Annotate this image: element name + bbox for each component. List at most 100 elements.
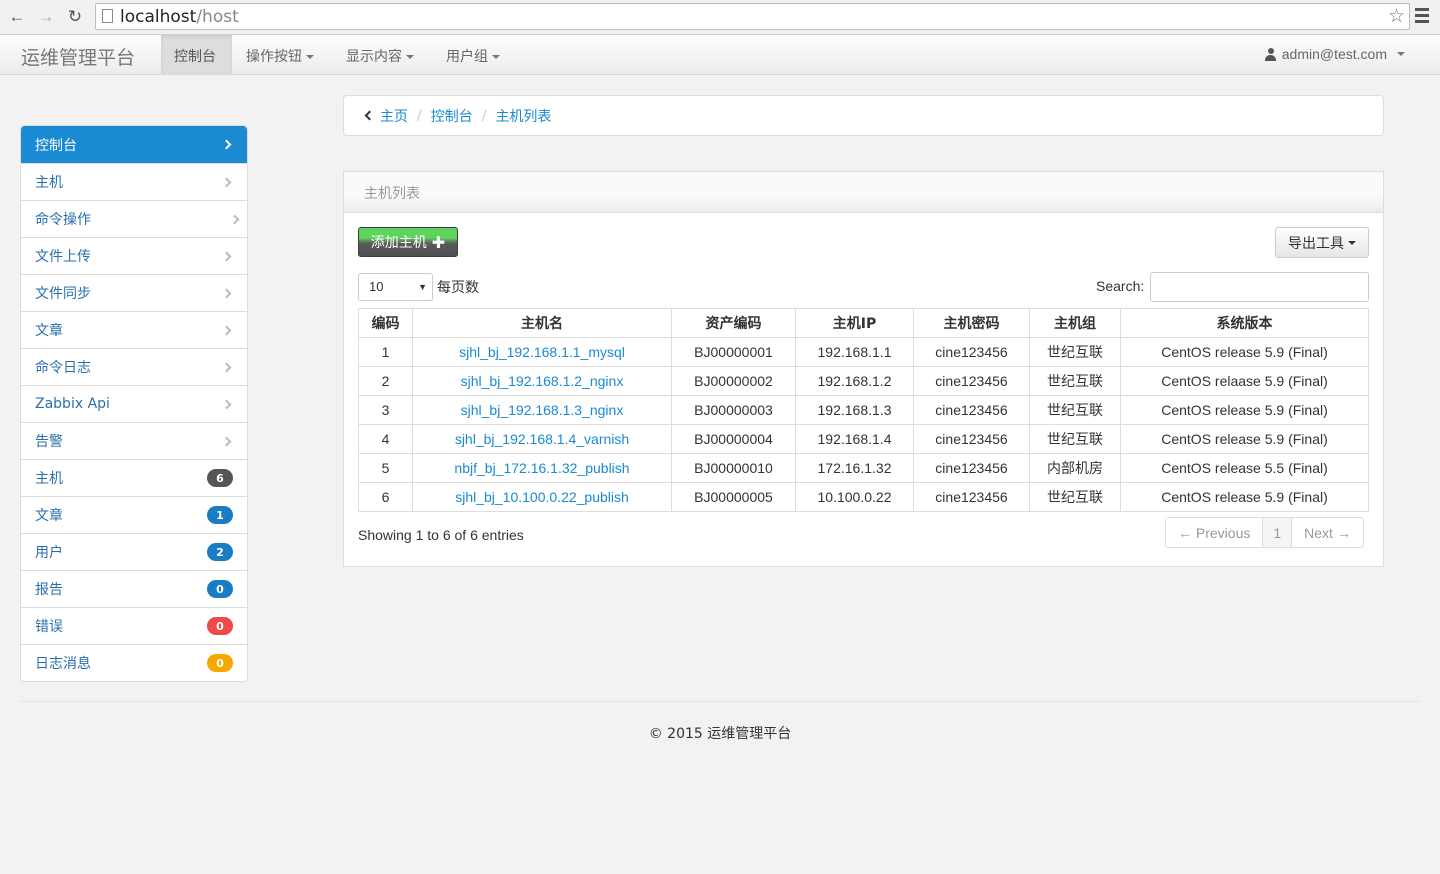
sidebar-item-article-count[interactable]: 文章 1: [21, 496, 247, 533]
cell-hostname: nbjf_bj_172.16.1.32_publish: [412, 453, 672, 483]
hostname-link[interactable]: sjhl_bj_192.168.1.1_mysql: [459, 344, 625, 360]
nav-actions-dropdown[interactable]: 操作按钮: [246, 35, 314, 74]
nav-display-dropdown[interactable]: 显示内容: [346, 35, 414, 74]
search-input[interactable]: [1150, 272, 1369, 302]
user-icon: [1264, 47, 1276, 61]
cell-password: cine123456: [913, 424, 1030, 454]
chevron-right-icon: [221, 139, 232, 150]
search-label: Search:: [1096, 278, 1145, 294]
sidebar-item-error-count[interactable]: 错误 0: [21, 607, 247, 644]
page-number-button[interactable]: 1: [1262, 518, 1293, 547]
table-row: 3 sjhl_bj_192.168.1.3_nginx BJ00000003 1…: [358, 395, 1369, 425]
sidebar-item-user-count[interactable]: 用户 2: [21, 533, 247, 570]
table-header-row: 编码 主机名 资产编码 主机IP 主机密码 主机组 系统版本: [358, 308, 1369, 338]
cell-os: CentOS release 5.5 (Final): [1120, 453, 1369, 483]
select-arrow-icon: ▼: [418, 282, 427, 292]
page-size-select[interactable]: 10 ▼: [358, 273, 433, 301]
count-badge: 0: [207, 580, 233, 598]
entries-info: Showing 1 to 6 of 6 entries: [358, 527, 524, 543]
caret-down-icon: [492, 55, 500, 59]
chevron-right-icon: [221, 251, 232, 261]
cell-hostname: sjhl_bj_192.168.1.1_mysql: [412, 337, 672, 367]
cell-password: cine123456: [913, 453, 1030, 483]
breadcrumb-home[interactable]: 主页: [380, 106, 408, 126]
cell-password: cine123456: [913, 337, 1030, 367]
hostname-link[interactable]: sjhl_bj_10.100.0.22_publish: [455, 489, 629, 505]
column-header[interactable]: 系统版本: [1120, 308, 1369, 338]
nav-console[interactable]: 控制台: [161, 35, 232, 74]
cell-id: 2: [358, 366, 413, 396]
host-table: 编码 主机名 资产编码 主机IP 主机密码 主机组 系统版本 1 sjhl_bj…: [358, 308, 1369, 512]
chevron-right-icon: [221, 177, 232, 187]
page-size-label: 每页数: [437, 280, 479, 296]
sidebar-item-host[interactable]: 主机: [21, 163, 247, 200]
back-arrow-icon[interactable]: ←: [6, 6, 28, 28]
column-header[interactable]: 主机名: [412, 308, 672, 338]
cell-os: CentOS release 5.9 (Final): [1120, 337, 1369, 367]
cell-group: 内部机房: [1029, 453, 1121, 483]
chevron-right-icon: [221, 399, 232, 409]
reload-icon[interactable]: ↻: [64, 6, 86, 28]
cell-group: 世纪互联: [1029, 366, 1121, 396]
hostname-link[interactable]: sjhl_bj_192.168.1.4_varnish: [455, 431, 629, 447]
column-header[interactable]: 主机IP: [795, 308, 914, 338]
table-row: 5 nbjf_bj_172.16.1.32_publish BJ00000010…: [358, 453, 1369, 483]
footer-divider: [20, 701, 1420, 702]
cell-ip: 192.168.1.2: [795, 366, 914, 396]
sidebar-item-host-count[interactable]: 主机 6: [21, 459, 247, 496]
forward-arrow-icon[interactable]: →: [35, 6, 57, 28]
next-page-button[interactable]: Next →: [1292, 518, 1363, 547]
chevron-right-icon: [221, 288, 232, 298]
pagination: ← Previous 1 Next →: [1165, 517, 1364, 548]
sidebar-item-alert[interactable]: 告警: [21, 422, 247, 459]
cell-asset-code: BJ00000001: [671, 337, 796, 367]
cell-id: 3: [358, 395, 413, 425]
cell-hostname: sjhl_bj_10.100.0.22_publish: [412, 482, 672, 512]
column-header[interactable]: 资产编码: [671, 308, 796, 338]
bookmark-star-icon[interactable]: ☆: [1388, 5, 1405, 28]
sidebar-item-report-count[interactable]: 报告 0: [21, 570, 247, 607]
breadcrumb-host-list[interactable]: 主机列表: [495, 106, 551, 126]
hostname-link[interactable]: sjhl_bj_192.168.1.3_nginx: [461, 402, 624, 418]
sidebar-item-file-upload[interactable]: 文件上传: [21, 237, 247, 274]
column-header[interactable]: 主机组: [1029, 308, 1121, 338]
column-header[interactable]: 主机密码: [913, 308, 1030, 338]
count-badge: 6: [207, 469, 233, 487]
sidebar-item-console[interactable]: 控制台: [21, 126, 247, 163]
sidebar-item-log-count[interactable]: 日志消息 0: [21, 644, 247, 681]
nav-usergroup-dropdown[interactable]: 用户组: [446, 35, 500, 74]
chevron-left-icon: [364, 110, 375, 121]
cell-password: cine123456: [913, 366, 1030, 396]
count-badge: 0: [207, 617, 233, 635]
address-bar[interactable]: localhost/host ☆: [95, 3, 1410, 30]
browser-menu-icon[interactable]: [1415, 8, 1431, 26]
user-menu-dropdown[interactable]: admin@test.com: [1264, 46, 1405, 62]
brand-title[interactable]: 运维管理平台: [21, 43, 135, 70]
top-navbar: 运维管理平台 控制台 操作按钮 显示内容 用户组 admin@test.com: [0, 35, 1440, 75]
hostname-link[interactable]: nbjf_bj_172.16.1.32_publish: [454, 460, 629, 476]
hostname-link[interactable]: sjhl_bj_192.168.1.2_nginx: [461, 373, 624, 389]
cell-asset-code: BJ00000004: [671, 424, 796, 454]
column-header[interactable]: 编码: [358, 308, 413, 338]
add-host-button[interactable]: 添加主机 ✚: [358, 227, 458, 257]
cell-id: 1: [358, 337, 413, 367]
cell-hostname: sjhl_bj_192.168.1.3_nginx: [412, 395, 672, 425]
panel-title: 主机列表: [344, 172, 1383, 213]
sidebar-item-article[interactable]: 文章: [21, 311, 247, 348]
cell-group: 世纪互联: [1029, 482, 1121, 512]
export-tools-dropdown[interactable]: 导出工具: [1275, 227, 1369, 258]
cell-os: CentOS release 5.9 (Final): [1120, 395, 1369, 425]
breadcrumb-console[interactable]: 控制台: [431, 106, 473, 126]
cell-os: CentOS relaase 5.9 (Final): [1120, 366, 1369, 396]
previous-page-button[interactable]: ← Previous: [1166, 518, 1262, 547]
sidebar: 控制台 主机 命令操作 文件上传 文件同步 文章 命令日志 Zabbix Api…: [20, 125, 248, 682]
sidebar-item-zabbix-api[interactable]: Zabbix Api: [21, 385, 247, 422]
sidebar-item-command[interactable]: 命令操作: [21, 200, 247, 237]
cell-hostname: sjhl_bj_192.168.1.4_varnish: [412, 424, 672, 454]
cell-asset-code: BJ00000005: [671, 482, 796, 512]
footer-copyright: © 2015 运维管理平台: [648, 726, 792, 742]
table-row: 1 sjhl_bj_192.168.1.1_mysql BJ00000001 1…: [358, 337, 1369, 367]
sidebar-item-command-log[interactable]: 命令日志: [21, 348, 247, 385]
sidebar-item-file-sync[interactable]: 文件同步: [21, 274, 247, 311]
count-badge: 1: [207, 506, 233, 524]
